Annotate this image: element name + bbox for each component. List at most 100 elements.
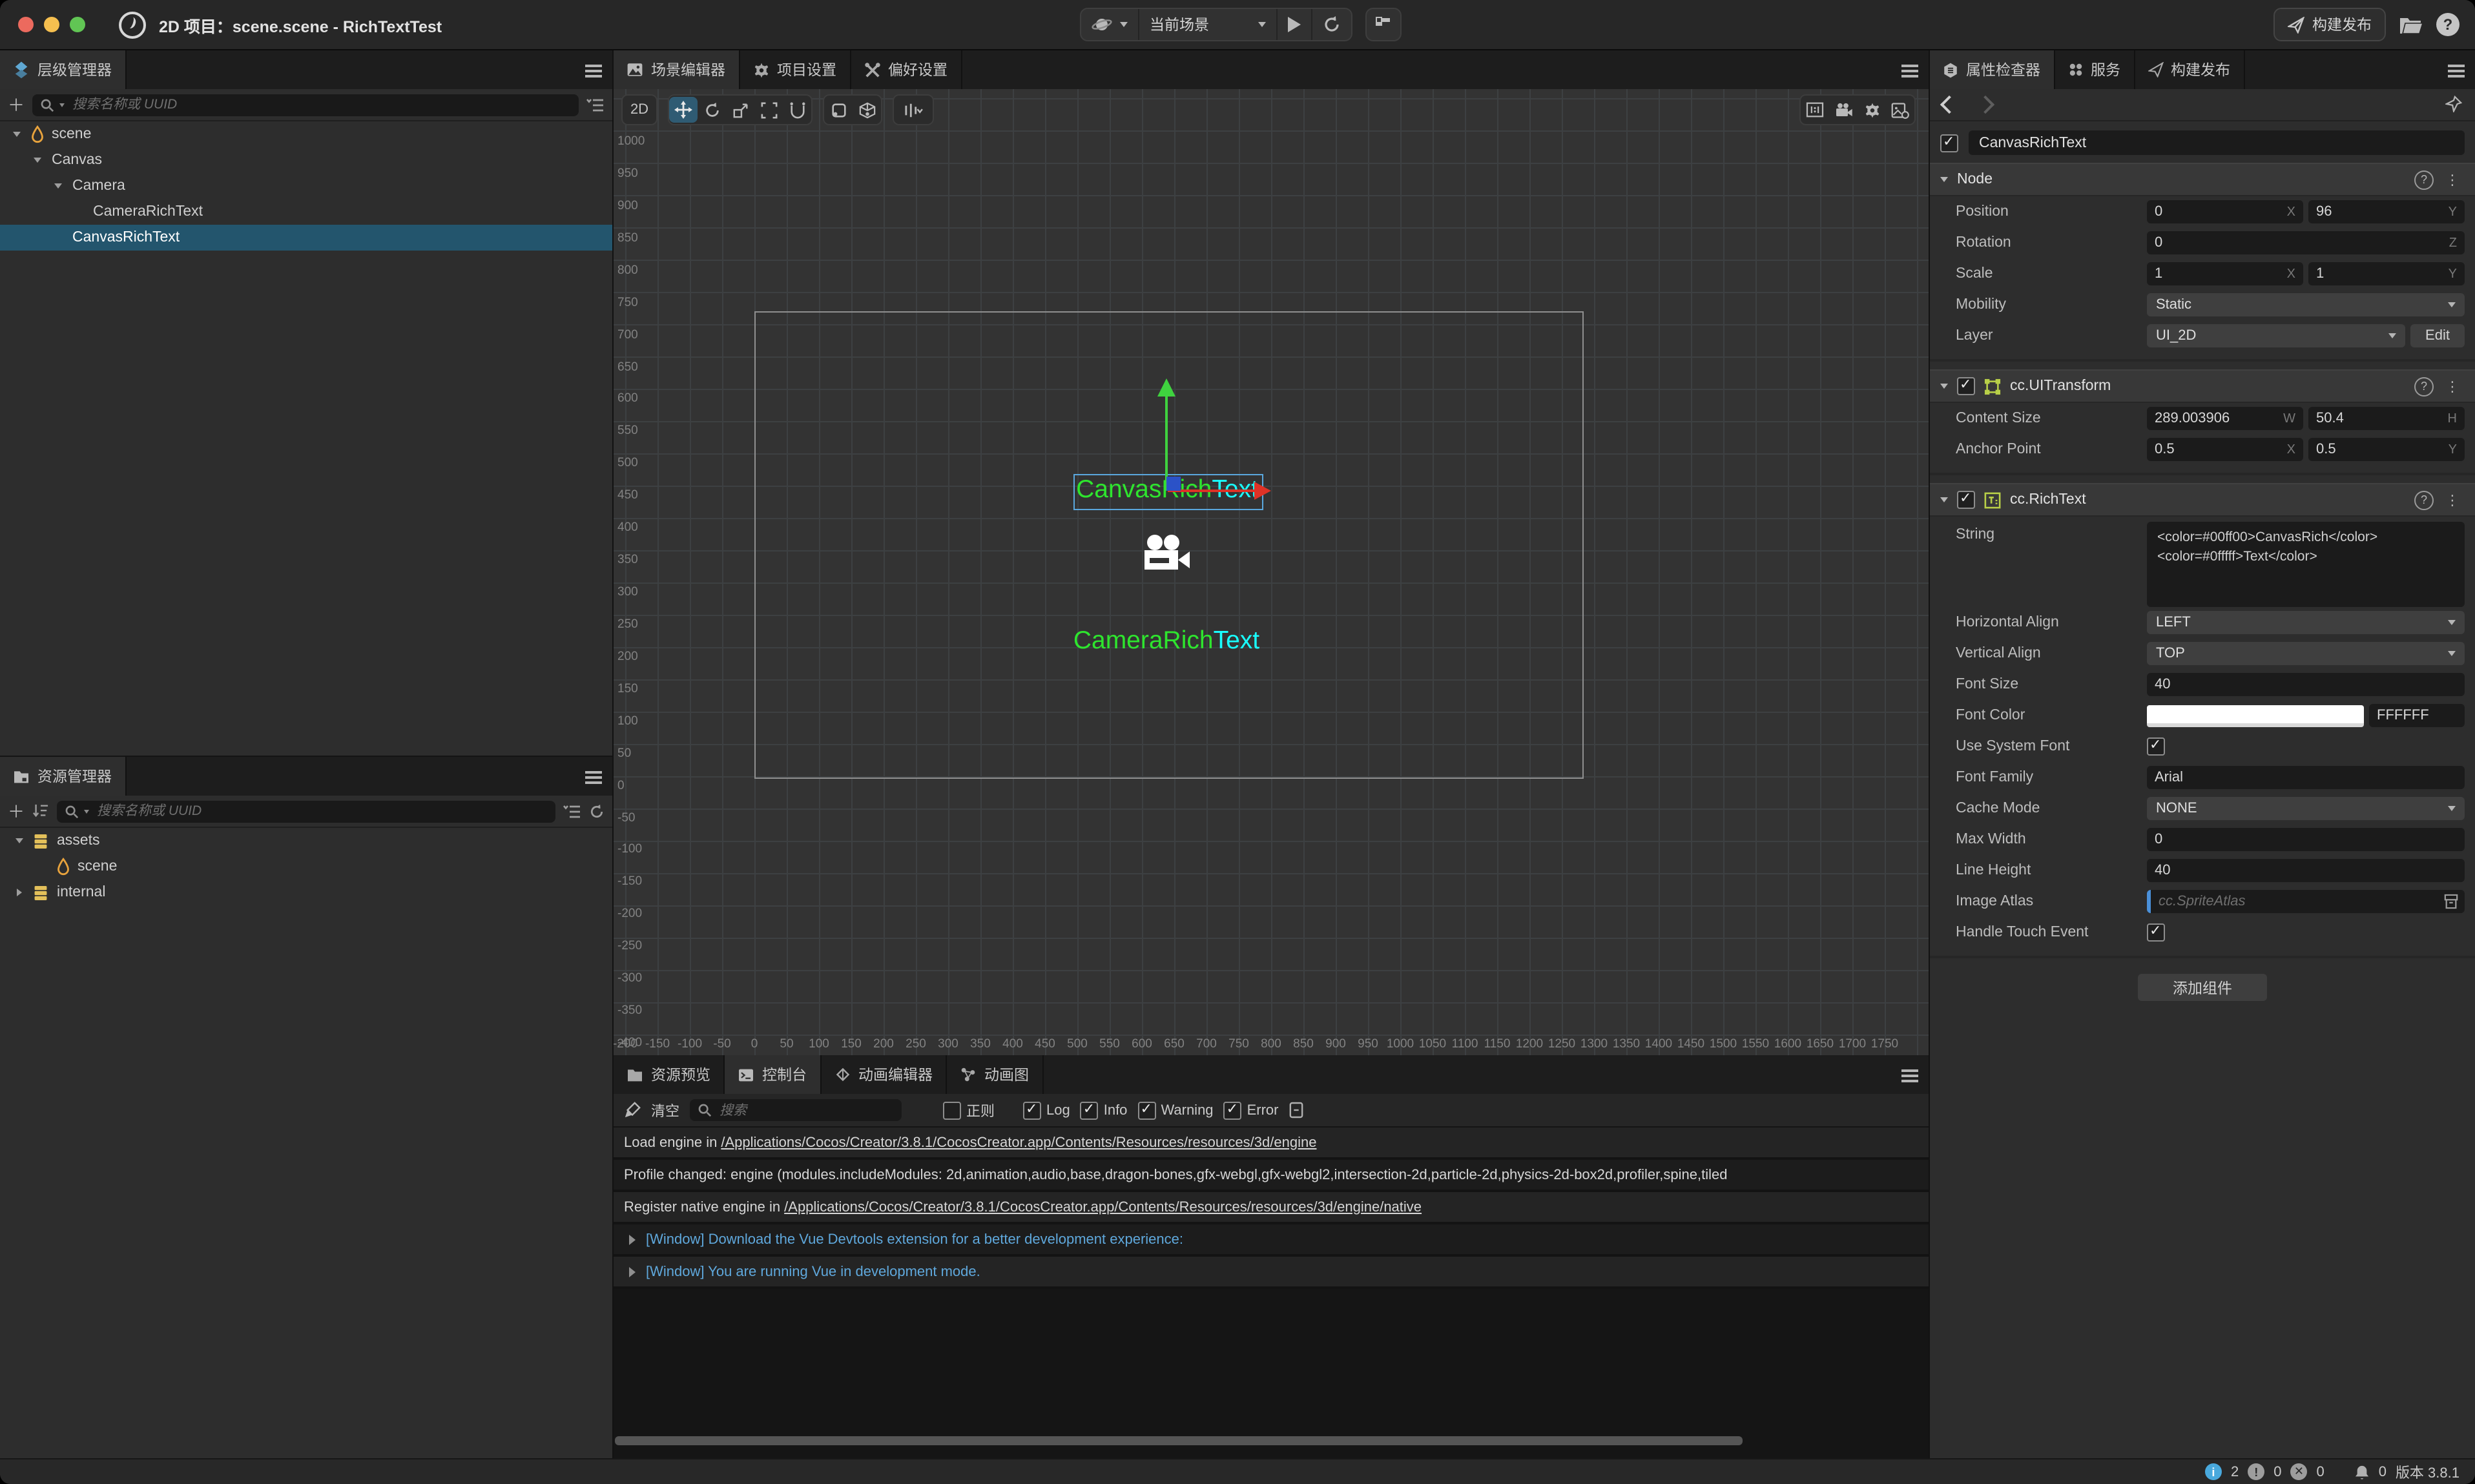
uitransform-section-header[interactable]: cc.UITransform ? ⋮ — [1930, 369, 2475, 403]
error-checkbox[interactable] — [1224, 1101, 1242, 1119]
handle-touch-event-checkbox[interactable] — [2147, 923, 2165, 942]
assets-search-box[interactable] — [57, 800, 555, 822]
image-atlas-input[interactable]: cc.SpriteAtlas — [2147, 890, 2465, 913]
console-search-box[interactable] — [690, 1099, 902, 1121]
tab-hierarchy[interactable]: 层级管理器 — [0, 50, 126, 89]
gizmo-origin-handle[interactable] — [1166, 477, 1181, 491]
content-width-input[interactable]: 289.003906W — [2147, 407, 2303, 430]
max-width-input[interactable]: 0 — [2147, 828, 2465, 851]
warning-filter-group[interactable]: Warning — [1137, 1101, 1213, 1119]
hierarchy-menu-button[interactable] — [585, 62, 602, 80]
tab-inspector[interactable]: 属性检查器 — [1930, 50, 2055, 89]
info-count-icon[interactable]: i — [2205, 1463, 2222, 1480]
tab-project-settings[interactable]: 项目设置 — [740, 50, 851, 89]
expand-log-icon[interactable] — [629, 1266, 636, 1277]
open-project-folder-button[interactable] — [2399, 15, 2423, 34]
font-color-hex-input[interactable]: FFFFFF — [2369, 704, 2465, 727]
tree-node-camera[interactable]: Camera — [0, 173, 612, 199]
sort-icon[interactable] — [32, 803, 49, 819]
snap-settings-button[interactable] — [894, 97, 933, 123]
string-textarea[interactable]: <color=#00ff00>CanvasRich</color> <color… — [2147, 522, 2465, 607]
asset-node-assets[interactable]: assets — [0, 828, 612, 854]
console-menu-button[interactable] — [1901, 1067, 1918, 1085]
chevron-expanded-icon[interactable] — [16, 838, 23, 843]
content-height-input[interactable]: 50.4H — [2308, 407, 2465, 430]
help-icon[interactable]: ? — [2414, 170, 2434, 189]
log-link[interactable]: /Applications/Cocos/Creator/3.8.1/CocosC… — [721, 1135, 1316, 1150]
minimize-window-button[interactable] — [44, 17, 59, 32]
console-search-input[interactable] — [717, 1101, 894, 1119]
tree-node-scene[interactable]: scene — [0, 121, 612, 147]
chevron-expanded-icon[interactable] — [13, 132, 21, 137]
create-asset-button[interactable]: ＋ — [8, 803, 25, 819]
log-row[interactable]: Register native engine in /Applications/… — [614, 1192, 1929, 1224]
help-icon[interactable]: ? — [2414, 490, 2434, 510]
info-filter-group[interactable]: Info — [1081, 1101, 1128, 1119]
clear-console-icon[interactable] — [624, 1102, 641, 1118]
camera-gizmo-icon[interactable] — [1139, 533, 1194, 576]
tree-node-canvas[interactable]: Canvas — [0, 147, 612, 173]
tree-node-canvasrichtext-selected[interactable]: CanvasRichText — [0, 225, 612, 251]
use-system-font-checkbox[interactable] — [2147, 737, 2165, 756]
play-button[interactable] — [1278, 9, 1312, 40]
platform-select[interactable] — [1081, 9, 1139, 40]
tab-animation-editor[interactable]: 动画编辑器 — [821, 1055, 947, 1094]
forward-button[interactable] — [1976, 96, 1994, 114]
hierarchy-search-box[interactable] — [32, 94, 579, 116]
chevron-expanded-icon[interactable] — [54, 183, 62, 189]
skew-tool-button[interactable] — [783, 97, 811, 123]
warning-checkbox[interactable] — [1137, 1101, 1155, 1119]
rotation-z-input[interactable]: 0Z — [2147, 231, 2465, 254]
font-color-swatch[interactable] — [2147, 705, 2364, 727]
tab-build[interactable]: 构建发布 — [2135, 50, 2244, 89]
vertical-align-select[interactable]: TOP — [2147, 642, 2465, 665]
tab-preferences[interactable]: 偏好设置 — [851, 50, 962, 89]
node-section-header[interactable]: Node ? ⋮ — [1930, 163, 2475, 196]
move-tool-button[interactable] — [669, 97, 698, 123]
horizontal-align-select[interactable]: LEFT — [2147, 611, 2465, 634]
scene-camera-button[interactable] — [1829, 97, 1858, 123]
refresh-icon[interactable] — [589, 803, 605, 819]
scene-view[interactable]: 2D — [614, 89, 1929, 1055]
more-options-icon[interactable]: ⋮ — [2445, 378, 2459, 395]
zoom-window-button[interactable] — [70, 17, 85, 32]
warning-count-icon[interactable]: ! — [2248, 1463, 2264, 1480]
cache-mode-select[interactable]: NONE — [2147, 797, 2465, 820]
info-checkbox[interactable] — [1081, 1101, 1099, 1119]
gizmo-x-axis[interactable] — [1168, 490, 1254, 492]
scale-y-input[interactable]: 1Y — [2308, 262, 2465, 285]
tab-assets[interactable]: 资源管理器 — [0, 757, 126, 796]
font-size-input[interactable]: 40 — [2147, 673, 2465, 696]
build-publish-button[interactable]: 构建发布 — [2273, 8, 2386, 41]
asset-picker-icon[interactable] — [2444, 894, 2458, 909]
font-family-input[interactable]: Arial — [2147, 766, 2465, 789]
chevron-expanded-icon[interactable] — [34, 158, 41, 163]
node-name-input[interactable]: CanvasRichText — [1969, 130, 2465, 155]
more-options-icon[interactable]: ⋮ — [2445, 171, 2459, 188]
uitransform-enabled-checkbox[interactable] — [1957, 377, 1975, 395]
assets-menu-button[interactable] — [585, 768, 602, 787]
tab-animation-graph[interactable]: 动画图 — [947, 1055, 1043, 1094]
2d-mode-button[interactable]: 2D — [621, 94, 658, 125]
richtext-enabled-checkbox[interactable] — [1957, 491, 1975, 509]
position-y-input[interactable]: 96Y — [2308, 200, 2465, 223]
tree-node-camerarichtext[interactable]: CameraRichText — [0, 199, 612, 225]
expand-log-icon[interactable] — [629, 1234, 636, 1244]
anchor-x-input[interactable]: 0.5X — [2147, 438, 2303, 461]
scene-display-settings-button[interactable] — [1886, 97, 1914, 123]
tab-console[interactable]: 控制台 — [725, 1055, 821, 1094]
layer-select[interactable]: UI_2D — [2147, 324, 2405, 347]
filter-list-icon[interactable] — [586, 98, 605, 112]
anchor-y-input[interactable]: 0.5Y — [2308, 438, 2465, 461]
error-filter-group[interactable]: Error — [1224, 1101, 1279, 1119]
asset-node-scene[interactable]: scene — [0, 854, 612, 880]
back-button[interactable] — [1940, 96, 1958, 114]
scene-gizmo-settings-button[interactable] — [1858, 97, 1886, 123]
help-button[interactable]: ? — [2436, 13, 2459, 36]
restart-button[interactable] — [1312, 9, 1351, 40]
help-icon[interactable]: ? — [2414, 376, 2434, 396]
log-checkbox[interactable] — [1023, 1101, 1041, 1119]
filter-list-icon[interactable] — [563, 804, 581, 818]
log-row[interactable]: Load engine in /Applications/Cocos/Creat… — [614, 1128, 1929, 1160]
collapse-log-icon[interactable] — [1289, 1102, 1303, 1118]
